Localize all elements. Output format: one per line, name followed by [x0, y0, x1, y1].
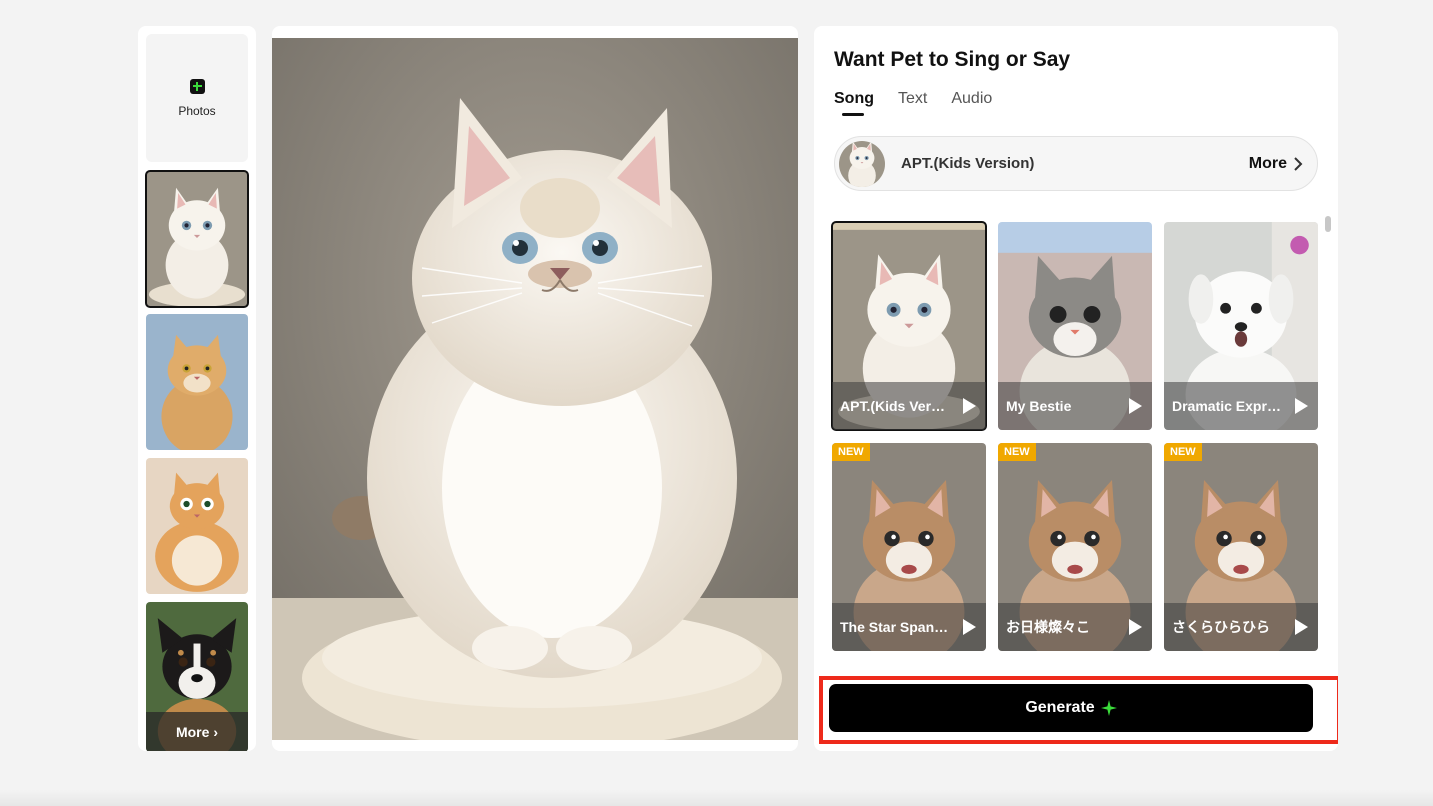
generate-button[interactable]: Generate: [829, 684, 1313, 732]
play-icon[interactable]: [963, 398, 976, 414]
song-card-apt[interactable]: APT.(Kids Version): [831, 221, 987, 431]
white-cat-image: [146, 171, 248, 307]
preview-image: [272, 38, 798, 740]
chevron-right-icon: [1294, 156, 1303, 171]
new-badge: NEW: [832, 443, 870, 461]
mode-tabs: Song Text Audio: [834, 90, 992, 116]
song-card-bar: Dramatic Expression: [1164, 382, 1318, 430]
plus-icon: [189, 78, 205, 94]
sparkle-icon: [1100, 700, 1117, 716]
page-bottom-edge: [0, 790, 1433, 806]
play-icon[interactable]: [1129, 619, 1142, 635]
selected-song-name: APT.(Kids Version): [901, 155, 1035, 172]
play-icon[interactable]: [963, 619, 976, 635]
play-icon[interactable]: [1295, 619, 1308, 635]
more-photos-label: More: [175, 724, 210, 740]
photo-thumb-white-cat[interactable]: [145, 170, 249, 308]
photo-preview: [272, 26, 798, 751]
song-title: APT.(Kids Version): [840, 398, 952, 414]
ginger-cat-image: [146, 314, 248, 450]
more-songs-button[interactable]: More: [1249, 155, 1303, 173]
song-card-sakura[interactable]: NEW さくらひらひら: [1164, 443, 1318, 651]
sing-panel: Want Pet to Sing or Say Song Text Audio …: [814, 26, 1338, 751]
song-card-bar: さくらひらひら: [1164, 603, 1318, 651]
selected-song-row[interactable]: APT.(Kids Version) More: [834, 136, 1318, 191]
photo-thumb-ginger-cat[interactable]: [146, 314, 248, 450]
more-songs-label: More: [1248, 154, 1287, 172]
song-title: Dramatic Expression: [1172, 398, 1284, 414]
song-card-bar: The Star Spangled Banner: [832, 603, 986, 651]
panel-title: Want Pet to Sing or Say: [834, 48, 1071, 71]
tab-audio[interactable]: Audio: [951, 90, 992, 116]
add-photos-button[interactable]: Photos: [146, 34, 248, 162]
song-card-bar: My Bestie: [998, 382, 1152, 430]
chubby-cat-image: [146, 458, 248, 594]
generate-label: Generate: [1025, 699, 1095, 716]
song-card-my-bestie[interactable]: My Bestie: [998, 222, 1152, 430]
song-title: The Star Spangled Banner: [840, 619, 952, 635]
tab-text[interactable]: Text: [898, 90, 927, 116]
song-title: My Bestie: [1006, 398, 1072, 414]
song-avatar: [839, 141, 885, 187]
new-badge: NEW: [1164, 443, 1202, 461]
add-photos-label: Photos: [178, 103, 216, 118]
more-photos-button[interactable]: More ›: [146, 712, 248, 751]
song-card-star-spangled[interactable]: NEW The Star Spangled Banner: [832, 443, 986, 651]
photo-sidebar: Photos More ›: [138, 26, 256, 751]
song-title: さくらひらひら: [1172, 619, 1270, 635]
song-card-ohisama[interactable]: NEW お日様燦々こ: [998, 443, 1152, 651]
song-card-dramatic[interactable]: Dramatic Expression: [1164, 222, 1318, 430]
chevron-right-icon: ›: [213, 724, 219, 740]
photo-thumb-puppy[interactable]: More ›: [146, 602, 248, 751]
play-icon[interactable]: [1129, 398, 1142, 414]
song-grid-scrollbar[interactable]: [1325, 216, 1331, 232]
play-icon[interactable]: [1295, 398, 1308, 414]
new-badge: NEW: [998, 443, 1036, 461]
tab-song[interactable]: Song: [834, 90, 874, 116]
song-grid: APT.(Kids Version) My Bestie: [831, 221, 1322, 656]
song-title: お日様燦々こ: [1006, 619, 1090, 635]
song-card-bar: お日様燦々こ: [998, 603, 1152, 651]
song-card-bar: APT.(Kids Version): [832, 382, 986, 430]
photo-thumb-chubby-cat[interactable]: [146, 458, 248, 594]
